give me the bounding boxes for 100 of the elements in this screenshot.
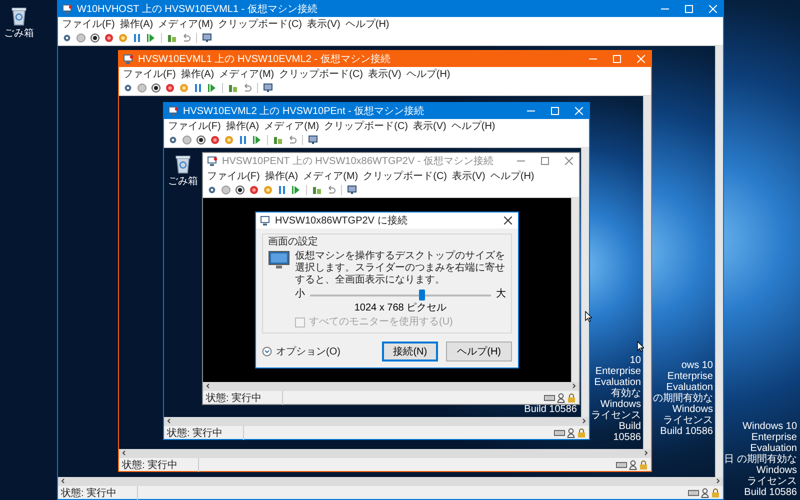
gear-icon[interactable] xyxy=(167,134,179,146)
watermark-text: Build 10586 xyxy=(743,487,797,498)
menu-item[interactable]: クリップボード(C) xyxy=(363,169,448,183)
vm-icon xyxy=(207,156,218,166)
save-icon[interactable] xyxy=(117,32,129,44)
pause-icon[interactable] xyxy=(276,184,288,196)
menu-item[interactable]: ヘルプ(H) xyxy=(451,119,496,133)
play-icon[interactable] xyxy=(290,184,302,196)
save-icon[interactable] xyxy=(223,134,235,146)
menu-item[interactable]: 表示(V) xyxy=(413,119,446,133)
stop-icon[interactable] xyxy=(195,134,207,146)
pause-icon[interactable] xyxy=(237,134,249,146)
menu-item[interactable]: 表示(V) xyxy=(307,17,340,31)
monitor-icon xyxy=(268,250,290,270)
chevron-right-icon[interactable] xyxy=(715,478,721,484)
snapshot-icon[interactable] xyxy=(227,82,239,94)
power-icon[interactable] xyxy=(248,184,260,196)
power-icon[interactable] xyxy=(209,134,221,146)
menu-item[interactable]: 操作(A) xyxy=(264,169,298,183)
menu-item[interactable]: ファイル(F) xyxy=(123,67,176,81)
menu-item[interactable]: ヘルプ(H) xyxy=(490,169,534,183)
power-icon[interactable] xyxy=(164,82,176,94)
menu-item[interactable]: クリップボード(C) xyxy=(279,67,364,81)
watermark-text: 日 の期間有効な Windows ライセンス xyxy=(723,454,797,487)
menu-item[interactable]: メディア(M) xyxy=(303,169,358,183)
menu-item[interactable]: 操作(A) xyxy=(226,119,260,133)
horizontal-scrollbar[interactable] xyxy=(203,382,579,390)
watermark-text: Build 10586 xyxy=(523,404,577,415)
menu-item[interactable]: メディア(M) xyxy=(158,17,214,31)
recycle-bin-icon[interactable] xyxy=(10,6,28,26)
stop-icon[interactable] xyxy=(150,82,162,94)
dialog-button[interactable]: 接続(N) xyxy=(382,342,438,362)
gear-icon[interactable] xyxy=(206,184,218,196)
pause-icon[interactable] xyxy=(131,32,143,44)
monitor-icon[interactable] xyxy=(262,82,274,94)
options-link[interactable]: オプション(O) xyxy=(276,344,340,358)
chevron-right-icon[interactable] xyxy=(581,418,587,424)
menu-item[interactable]: 操作(A) xyxy=(180,67,214,81)
save-icon[interactable] xyxy=(262,184,274,196)
expand-icon[interactable] xyxy=(262,346,272,356)
resolution-text: 1024 x 768 ピクセル xyxy=(353,302,448,314)
monitor-icon[interactable] xyxy=(346,184,358,196)
dialog-button[interactable]: ヘルプ(H) xyxy=(446,342,512,362)
play-icon[interactable] xyxy=(145,32,157,44)
chevron-left-icon[interactable] xyxy=(60,478,66,484)
chevron-right-icon[interactable] xyxy=(571,383,577,389)
horizontal-scrollbar[interactable] xyxy=(164,417,589,425)
recycle-bin-icon[interactable] xyxy=(174,154,192,174)
stop-icon[interactable] xyxy=(89,32,101,44)
save-icon[interactable] xyxy=(178,82,190,94)
status-text: 状態: 実行中 xyxy=(167,426,244,440)
horizontal-scrollbar[interactable] xyxy=(119,449,651,457)
menu-item[interactable]: クリップボード(C) xyxy=(218,17,302,31)
stop-icon[interactable] xyxy=(234,184,246,196)
vertical-scrollbar[interactable] xyxy=(581,148,589,417)
close-icon[interactable] xyxy=(504,216,512,224)
slider-thumb[interactable] xyxy=(419,289,426,300)
keyboard-icon xyxy=(544,394,555,402)
vertical-scrollbar[interactable] xyxy=(643,96,651,449)
size-slider[interactable] xyxy=(310,289,491,300)
menu-item[interactable]: ファイル(F) xyxy=(207,169,260,183)
menu-item[interactable]: ファイル(F) xyxy=(168,119,221,133)
snapshot-icon[interactable] xyxy=(166,32,178,44)
menu-item[interactable]: クリップボード(C) xyxy=(324,119,408,133)
monitor-icon[interactable] xyxy=(307,134,319,146)
horizontal-scrollbar[interactable] xyxy=(58,477,723,485)
chevron-left-icon[interactable] xyxy=(121,450,127,456)
vm-icon xyxy=(260,215,271,226)
play-icon[interactable] xyxy=(251,134,263,146)
chevron-right-icon[interactable] xyxy=(643,450,649,456)
chevron-left-icon[interactable] xyxy=(166,418,172,424)
menu-item[interactable]: 表示(V) xyxy=(452,169,486,183)
menu-item[interactable]: 操作(A) xyxy=(120,17,154,31)
vertical-scrollbar[interactable] xyxy=(715,46,723,477)
pause-icon[interactable] xyxy=(192,82,204,94)
snapshot-icon[interactable] xyxy=(311,184,323,196)
cursor-icon xyxy=(585,311,592,322)
menu-item[interactable]: メディア(M) xyxy=(219,67,274,81)
icon-label: ごみ箱 xyxy=(168,176,198,187)
vm-icon xyxy=(168,106,179,116)
window-title: W10HVHOST 上の HVSW10EVML1 - 仮想マシン接続 xyxy=(77,2,318,16)
snapshot-icon[interactable] xyxy=(272,134,284,146)
vm-icon xyxy=(123,54,134,64)
gear-icon[interactable] xyxy=(61,32,73,44)
menu-item[interactable]: 表示(V) xyxy=(368,67,402,81)
watermark-text: Windows 10 Enterprise Evaluation xyxy=(742,421,797,454)
vertical-scrollbar[interactable] xyxy=(571,198,579,382)
menu-item[interactable]: ヘルプ(H) xyxy=(345,17,390,31)
keyboard-icon xyxy=(554,428,565,436)
monitor-icon[interactable] xyxy=(201,32,213,44)
menu-item[interactable]: ヘルプ(H) xyxy=(406,67,450,81)
window-title: HVSW10EVML2 上の HVSW10PEnt - 仮想マシン接続 xyxy=(183,104,426,118)
chevron-left-icon[interactable] xyxy=(205,383,211,389)
menu-item[interactable]: ファイル(F) xyxy=(62,17,115,31)
checkbox-label: すべてのモニターを使用する(U) xyxy=(309,316,453,328)
menu-item[interactable]: メディア(M) xyxy=(264,119,320,133)
play-icon[interactable] xyxy=(206,82,218,94)
power-icon[interactable] xyxy=(103,32,115,44)
gear-icon[interactable] xyxy=(122,82,134,94)
maximize-icon[interactable] xyxy=(541,157,549,165)
